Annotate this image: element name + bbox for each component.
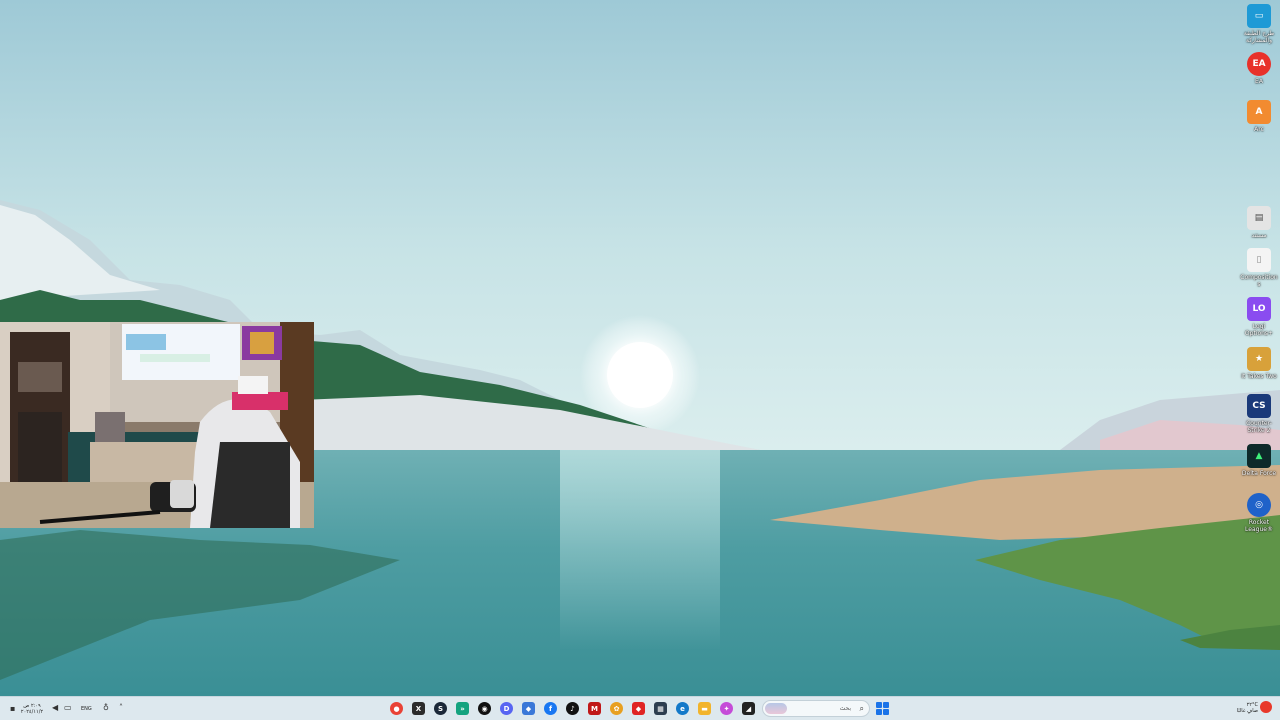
windows-logo-icon — [876, 702, 882, 708]
search-box[interactable]: بحث ⌕ — [762, 700, 870, 717]
windows-logo-square — [883, 709, 889, 715]
desktop-icon-it-takes-two[interactable]: ★ It Takes Two — [1240, 347, 1278, 380]
chevron-up-icon[interactable]: ˄ — [119, 703, 123, 712]
desktop-icon-label: Rocket League® — [1245, 519, 1273, 533]
edge-icon[interactable]: e — [676, 702, 689, 715]
input-language[interactable]: ENG — [81, 706, 92, 712]
discord-icon[interactable]: D — [500, 702, 513, 715]
desktop-icon-label: Logi Options+ — [1244, 323, 1274, 337]
desktop-icon-label: Arc — [1254, 126, 1264, 133]
calculator-icon[interactable]: ▦ — [654, 702, 667, 715]
network-icon[interactable]: ▭ — [64, 703, 72, 712]
game-icon: ★ — [1247, 347, 1271, 371]
desktop-icon-ea[interactable]: EA EA — [1240, 52, 1278, 85]
start-button[interactable] — [876, 702, 889, 715]
ea-icon: EA — [1247, 52, 1271, 76]
steam-icon[interactable]: S — [434, 702, 447, 715]
red-gem-icon[interactable]: ◆ — [632, 702, 645, 715]
desktop-icon-monitor[interactable]: ▭ طرح الطبقة والمشاركة — [1240, 4, 1278, 44]
desktop-icon-label: مستند — [1251, 232, 1267, 239]
chrome-icon[interactable]: ● — [390, 702, 403, 715]
clock-date: ٢٠٢٤/١١/٢ — [20, 709, 44, 715]
photos-icon[interactable]: ✿ — [610, 702, 623, 715]
desktop-icon-counter-strike[interactable]: CS Counter-Strike 2 — [1240, 394, 1278, 434]
desktop-icon-label: EA — [1255, 78, 1263, 85]
weather-widget[interactable]: ٢٢°C صافٍ غالبًا — [1224, 702, 1258, 714]
windows-logo-square — [883, 702, 889, 708]
desktop-icon-label: Compositions — [1240, 274, 1278, 288]
desktop-icon-logi-options[interactable]: LO Logi Options+ — [1240, 297, 1278, 337]
capture-icon[interactable]: ◢ — [742, 702, 755, 715]
search-placeholder: بحث — [839, 705, 851, 712]
folder-icon[interactable]: ▬ — [698, 702, 711, 715]
desktop-icon-label: Delta Force — [1241, 470, 1277, 477]
document-icon: ▤ — [1247, 206, 1271, 230]
file-icon: ▯ — [1247, 248, 1271, 272]
github-icon[interactable]: ◉ — [478, 702, 491, 715]
delta-force-icon: ▲ — [1247, 444, 1271, 468]
desktop-icon-compositions[interactable]: ▯ Compositions — [1240, 248, 1278, 288]
search-highlight-image — [765, 703, 787, 714]
arc-icon: A — [1247, 100, 1271, 124]
facebook-icon[interactable]: f — [544, 702, 557, 715]
weather-icon — [1260, 701, 1272, 713]
clock[interactable]: ٢:٠٩ ص ٢٠٢٤/١١/٢ — [20, 703, 44, 715]
windows-logo-square — [876, 709, 882, 715]
rocket-league-icon: ◎ — [1247, 493, 1271, 517]
desktop-icon-delta-force[interactable]: ▲ Delta Force — [1240, 444, 1278, 477]
cs2-icon: CS — [1247, 394, 1271, 418]
xbox-icon[interactable]: X — [412, 702, 425, 715]
desktop-icon-label: It Takes Two — [1241, 373, 1277, 380]
notification-icon[interactable]: ▪ — [10, 704, 15, 713]
desktop-icon-rocket-league[interactable]: ◎ Rocket League® — [1240, 493, 1278, 533]
tiktok-icon[interactable]: ♪ — [566, 702, 579, 715]
webcam-overlay — [0, 322, 314, 528]
volume-icon[interactable]: ◀ — [52, 703, 58, 712]
mcafee-icon[interactable]: M — [588, 702, 601, 715]
monitor-icon: ▭ — [1247, 4, 1271, 28]
desktop-icon-label: Counter-Strike 2 — [1246, 420, 1272, 434]
microphone-icon[interactable]: ♁ — [103, 703, 109, 712]
shield-icon[interactable]: ◆ — [522, 702, 535, 715]
desktop-icon-document[interactable]: ▤ مستند — [1240, 206, 1278, 239]
copilot-icon[interactable]: ✦ — [720, 702, 733, 715]
taskbar: ٢:٠٩ ص ٢٠٢٤/١١/٢ ▪ ◀ ▭ ENG ♁ ˄ ● X S » ◉… — [0, 696, 1280, 720]
desktop-icon-arc[interactable]: A Arc — [1240, 100, 1278, 133]
desktop-icon-label: طرح الطبقة والمشاركة — [1243, 30, 1275, 44]
search-icon: ⌕ — [859, 704, 864, 713]
terminal-icon[interactable]: » — [456, 702, 469, 715]
logi-icon: LO — [1247, 297, 1271, 321]
weather-condition: صافٍ غالبًا — [1236, 708, 1258, 714]
